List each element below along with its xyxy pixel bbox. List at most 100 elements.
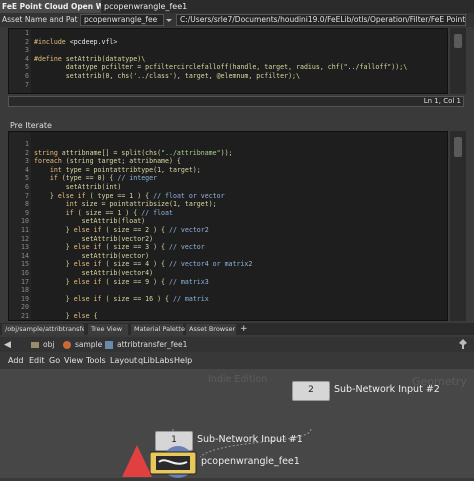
scroll-thumb[interactable] <box>454 137 462 157</box>
cursor-position: Ln 1, Col 1 <box>423 97 461 105</box>
code-token: ( size == 3 ) { <box>105 243 169 252</box>
code-token: setAttrib(vector4) <box>34 268 154 277</box>
line-number: 3 <box>25 157 29 166</box>
warning-badge-icon <box>121 443 153 477</box>
editor-scrollbar[interactable] <box>450 28 466 94</box>
code-token: ( size == 4 ) { <box>105 260 169 269</box>
pin-icon[interactable] <box>456 338 470 351</box>
code-line: 3 foreach (string target; attribname) { <box>9 157 403 166</box>
line-number: 1 <box>25 140 29 148</box>
code-token: #include <box>34 37 70 46</box>
path-node[interactable]: attribtransfer_fee1 <box>117 339 187 351</box>
path-obj[interactable]: obj <box>43 339 54 351</box>
code-token: // float <box>141 208 173 217</box>
code-token: // matrix <box>172 294 209 303</box>
tab-asset-browser[interactable]: Asset Browser <box>186 324 236 335</box>
code-token: // vector2 <box>169 225 209 234</box>
tab-title[interactable]: FeE Point Cloud Open Wrangle <box>0 0 101 13</box>
menu-labs[interactable]: Labs <box>155 352 174 369</box>
menu-layout[interactable]: Layout <box>110 352 137 369</box>
menu-add[interactable]: Add <box>8 352 24 369</box>
code-line: 12 setAttrib(vector2) <box>9 235 403 244</box>
editor-scrollbar[interactable] <box>450 131 466 321</box>
code-token: ); <box>395 320 403 321</box>
wrangle-node-icon[interactable] <box>149 440 198 478</box>
code-line: 7 <box>9 81 407 90</box>
line-number: 5 <box>25 63 29 72</box>
code-token: else if <box>73 260 106 269</box>
asset-name-field[interactable]: pcopenwrangle_fee <box>80 14 164 26</box>
node-subnet-input-2[interactable]: 2 <box>292 381 330 401</box>
menu-tools[interactable]: Tools <box>86 352 106 369</box>
code-line: 4 int type = pointattribtype(1, target); <box>9 166 403 175</box>
code-token: foreach <box>34 157 66 166</box>
scroll-thumb[interactable] <box>454 34 462 48</box>
tab-material-palette[interactable]: Material Palette <box>131 324 185 335</box>
code-token: } <box>34 260 74 269</box>
code-line: 16 setAttrib(vector4) <box>9 269 403 278</box>
code-line: 21 } else { <box>9 311 403 320</box>
line-number: 4 <box>25 54 29 63</box>
code-token: if <box>34 208 78 217</box>
line-number: 19 <box>21 294 29 303</box>
dropdown-icon[interactable] <box>166 14 172 26</box>
line-number: 12 <box>21 234 29 243</box>
define-code-editor[interactable]: 1 2 #include <pcdeep.vfl> 3 4 #define setAttr… <box>8 28 448 94</box>
code-line: 1 <box>9 140 403 149</box>
code-token: setAttrib(int) <box>34 182 122 191</box>
menu-view[interactable]: View <box>64 352 83 369</box>
menu-qlib[interactable]: qLib <box>138 352 155 369</box>
code-token: <pcdeep.vfl> <box>69 37 118 46</box>
code-token: } <box>34 191 58 200</box>
line-number: 22 <box>9 320 29 321</box>
code-line: 10 setAttrib(float) <box>9 217 403 226</box>
code-token: size = pointattribsize(1, target); <box>81 200 217 209</box>
menu-go[interactable]: Go <box>49 352 60 369</box>
line-number: 8 <box>25 200 29 209</box>
code-line: 22 warning("One or more of the specified… <box>9 320 403 321</box>
asset-path-field[interactable]: C:/Users/srle7/Documents/houdini19.0/FeE… <box>176 14 466 26</box>
node-label: Sub-Network Input #2 <box>334 384 440 395</box>
code-line: 2 string attribname[] = split(chs("../att… <box>9 149 403 158</box>
code-lines: 1 2 #include <pcdeep.vfl> 3 4 #define setAttr… <box>9 29 407 89</box>
code-token: } <box>34 294 74 303</box>
code-token: (type == 0) { <box>61 174 118 183</box>
line-number: 9 <box>25 208 29 217</box>
code-token: // float or vector <box>153 191 225 200</box>
line-number: 5 <box>25 174 29 183</box>
code-token: setattrib(0, chs('../class'), target, @e… <box>34 71 300 80</box>
menu-edit[interactable]: Edit <box>29 352 45 369</box>
path-sample[interactable]: sample <box>75 339 102 351</box>
main-node-label: pcopenwrangle_fee1 <box>201 456 300 467</box>
line-number: 7 <box>25 80 29 89</box>
code-line: 6 setAttrib(int) <box>9 183 403 192</box>
asset-name-label: Asset Name and Path <box>2 15 78 24</box>
pre-iterate-code-editor[interactable]: 1 2 string attribname[] = split(chs("../at… <box>8 131 448 321</box>
code-token: { <box>93 311 98 320</box>
code-token: setAttrib(vector) <box>34 251 150 260</box>
back-arrow-icon[interactable]: ◀ <box>4 340 14 350</box>
code-token: "../attribname" <box>161 148 221 157</box>
line-number: 6 <box>25 182 29 191</box>
code-token: else if <box>73 243 106 252</box>
code-token: warning( <box>34 320 113 321</box>
code-token: (string target; attribname) { <box>65 157 181 166</box>
add-tab-icon[interactable]: + <box>240 324 250 335</box>
code-token: int <box>34 165 66 174</box>
code-token: )); <box>220 148 233 157</box>
code-line: 7 } else if ( type == 1 ) { // float or … <box>9 192 403 201</box>
code-token: // integer <box>117 174 158 183</box>
code-line: 20 <box>9 303 403 312</box>
code-token: string <box>34 148 62 157</box>
code-line: 5 datatype pcfilter = pcfiltercirclefall… <box>9 63 407 72</box>
code-line: 3 <box>9 46 407 55</box>
menu-help[interactable]: Help <box>174 352 192 369</box>
tab-tree-view[interactable]: Tree View <box>88 324 128 335</box>
tab-network-path[interactable]: /obj/sample/attribtransfer_fee1/ <box>2 324 84 335</box>
code-token: else if <box>57 191 90 200</box>
code-token: else if <box>73 277 106 286</box>
code-token: // vector4 or matrix2 <box>169 260 253 269</box>
code-token: } <box>34 311 74 320</box>
code-line: 17 } else if ( size == 9 ) { // matrix3 <box>9 278 403 287</box>
node-label: Sub-Network Input #1 <box>197 434 303 445</box>
